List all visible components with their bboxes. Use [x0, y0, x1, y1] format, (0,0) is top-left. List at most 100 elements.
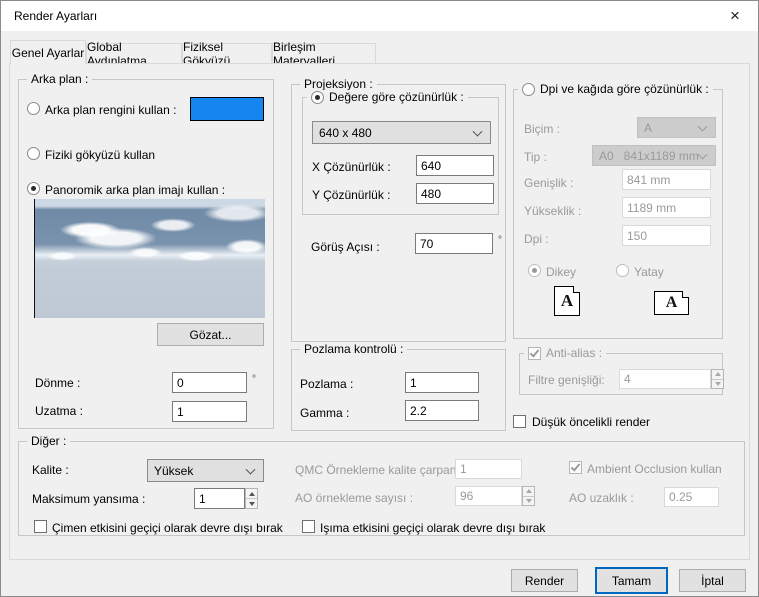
- landscape-page-icon: A: [654, 291, 689, 315]
- use-physical-sky-label: Fiziki gökyüzü kullan: [45, 148, 155, 162]
- render-button[interactable]: Render: [511, 569, 578, 592]
- group-label: Arka plan :: [31, 72, 88, 86]
- format-dropdown: A: [637, 117, 716, 138]
- dpi-label: Dpi :: [524, 232, 549, 246]
- dpi-input: [622, 225, 711, 246]
- qmc-multiplier-label: QMC Örnekleme kalite çarpanı :: [295, 463, 466, 477]
- antialias-label: Anti-alias :: [546, 346, 602, 360]
- resolution-by-value-group: Değere göre çözünürlük : 640 x 480 X Çöz…: [302, 97, 499, 215]
- page-letter: A: [561, 291, 573, 311]
- page-fold: [682, 291, 689, 298]
- landscape-radio: [616, 264, 629, 277]
- tab-global-aydinlatma[interactable]: Global Aydınlatma: [86, 43, 182, 64]
- cancel-button[interactable]: İptal: [679, 569, 746, 592]
- tab-birlesim-materyalleri[interactable]: Birleşim Materyalleri: [272, 43, 376, 64]
- antialias-group: Anti-alias : Filtre genişliği:: [519, 353, 723, 395]
- paper-width-input: [622, 169, 711, 190]
- other-group: Diğer : Kalite : Yüksek Maksimum yansıma…: [18, 441, 745, 536]
- spinner-down-icon: [523, 497, 534, 506]
- paper-height-input: [622, 197, 711, 218]
- disable-grass-checkbox[interactable]: [34, 520, 47, 533]
- close-button[interactable]: ×: [713, 2, 757, 30]
- y-resolution-label: Y Çözünürlük :: [312, 188, 391, 202]
- resolution-by-dpi-radio[interactable]: [522, 83, 535, 96]
- chevron-down-icon: [698, 121, 708, 131]
- ao-sample-count-label: AO örnekleme sayısı :: [295, 491, 413, 505]
- low-priority-render-label: Düşük öncelikli render: [532, 415, 650, 429]
- low-priority-render-checkbox[interactable]: [513, 415, 526, 428]
- spinner-up-icon: [523, 487, 534, 497]
- group-label: Pozlama kontrolü :: [304, 342, 403, 356]
- max-reflection-input[interactable]: [194, 488, 245, 509]
- exposure-group-legend: Pozlama kontrolü :: [300, 342, 407, 356]
- quality-value: Yüksek: [154, 464, 193, 478]
- height-label: Yükseklik :: [524, 204, 581, 218]
- view-angle-input[interactable]: [415, 233, 493, 254]
- format-value: A: [644, 121, 652, 135]
- resolution-by-dpi-group: Dpi ve kağıda göre çözünürlük : Biçim : …: [513, 89, 723, 339]
- rotation-input[interactable]: [172, 372, 247, 393]
- exposure-group: Pozlama kontrolü : Pozlama : Gamma :: [291, 349, 506, 431]
- disable-emission-label: Işıma etkisini geçiçi olarak devre dışı …: [320, 521, 545, 535]
- resolution-preset-dropdown[interactable]: 640 x 480: [312, 121, 491, 144]
- tab-genel-ayarlar[interactable]: Genel Ayarlar: [10, 40, 86, 64]
- close-icon: ×: [730, 6, 740, 26]
- filter-width-label: Filtre genişliği:: [528, 373, 605, 387]
- tab-fiziksel-gokyuzu[interactable]: Fiziksel Gökyüzü: [182, 43, 272, 64]
- view-angle-degree-unit: °: [498, 235, 502, 246]
- render-button-label: Render: [525, 574, 564, 588]
- use-background-color-radio[interactable]: [27, 102, 40, 115]
- projection-group-legend: Projeksiyon :: [300, 77, 377, 91]
- use-physical-sky-radio[interactable]: [27, 147, 40, 160]
- max-reflection-spinner[interactable]: [245, 488, 258, 509]
- rotation-degree-unit: °: [252, 374, 256, 385]
- ao-distance-label: AO uzaklık :: [569, 491, 634, 505]
- ok-button[interactable]: Tamam: [595, 567, 668, 594]
- width-label: Genişlik :: [524, 176, 573, 190]
- stretch-label: Uzatma :: [35, 404, 83, 418]
- format-label: Biçim :: [524, 122, 560, 136]
- disable-emission-checkbox[interactable]: [302, 520, 315, 533]
- page-fold: [573, 286, 580, 293]
- type-label: Tip :: [524, 150, 547, 164]
- quality-dropdown[interactable]: Yüksek: [147, 459, 264, 482]
- background-color-swatch[interactable]: [190, 97, 264, 121]
- resolution-by-value-radio[interactable]: [311, 91, 324, 104]
- chevron-down-icon: [698, 149, 708, 159]
- x-resolution-input[interactable]: [416, 155, 494, 176]
- tab-label: Genel Ayarlar: [12, 46, 85, 60]
- gamma-input[interactable]: [405, 400, 479, 421]
- browse-button[interactable]: Gözat...: [157, 323, 264, 346]
- paper-type-dropdown: A0 841x1189 mm: [592, 145, 716, 166]
- render-settings-dialog: Render Ayarları × Genel Ayarlar Global A…: [0, 0, 759, 597]
- stretch-input[interactable]: [172, 401, 247, 422]
- browse-button-label: Gözat...: [189, 328, 231, 342]
- ao-sample-count-spinner: [522, 486, 535, 506]
- gamma-label: Gamma :: [300, 406, 349, 420]
- paper-type-value: A0 841x1189 mm: [599, 149, 699, 163]
- chevron-down-icon: [473, 126, 483, 136]
- exposure-input[interactable]: [405, 372, 479, 393]
- filter-width-input: [619, 369, 711, 389]
- group-label: Projeksiyon :: [304, 77, 373, 91]
- resolution-by-value-legend: Değere göre çözünürlük :: [307, 90, 468, 104]
- resolution-preset-value: 640 x 480: [319, 126, 372, 140]
- spinner-up-icon: [712, 370, 723, 380]
- resolution-by-dpi-label: Dpi ve kağıda göre çözünürlük :: [540, 82, 709, 96]
- portrait-label: Dikey: [546, 265, 576, 279]
- rotation-label: Dönme :: [35, 376, 80, 390]
- x-resolution-label: X Çözünürlük :: [312, 160, 391, 174]
- ambient-occlusion-checkbox: [569, 461, 582, 474]
- y-resolution-input[interactable]: [416, 183, 494, 204]
- use-panoramic-image-label: Panoromik arka plan imajı kullan :: [45, 183, 225, 197]
- page-letter: A: [666, 294, 678, 312]
- portrait-radio: [528, 264, 541, 277]
- use-background-color-label: Arka plan rengini kullan :: [45, 103, 176, 117]
- antialias-legend: Anti-alias :: [524, 346, 606, 360]
- ao-distance-input: [664, 487, 719, 507]
- max-reflection-label: Maksimum yansıma :: [32, 492, 145, 506]
- projection-group: Projeksiyon : Değere göre çözünürlük : 6…: [291, 84, 506, 342]
- use-panoramic-image-radio[interactable]: [27, 182, 40, 195]
- qmc-multiplier-input: [455, 459, 522, 479]
- title-bar: Render Ayarları ×: [1, 1, 758, 31]
